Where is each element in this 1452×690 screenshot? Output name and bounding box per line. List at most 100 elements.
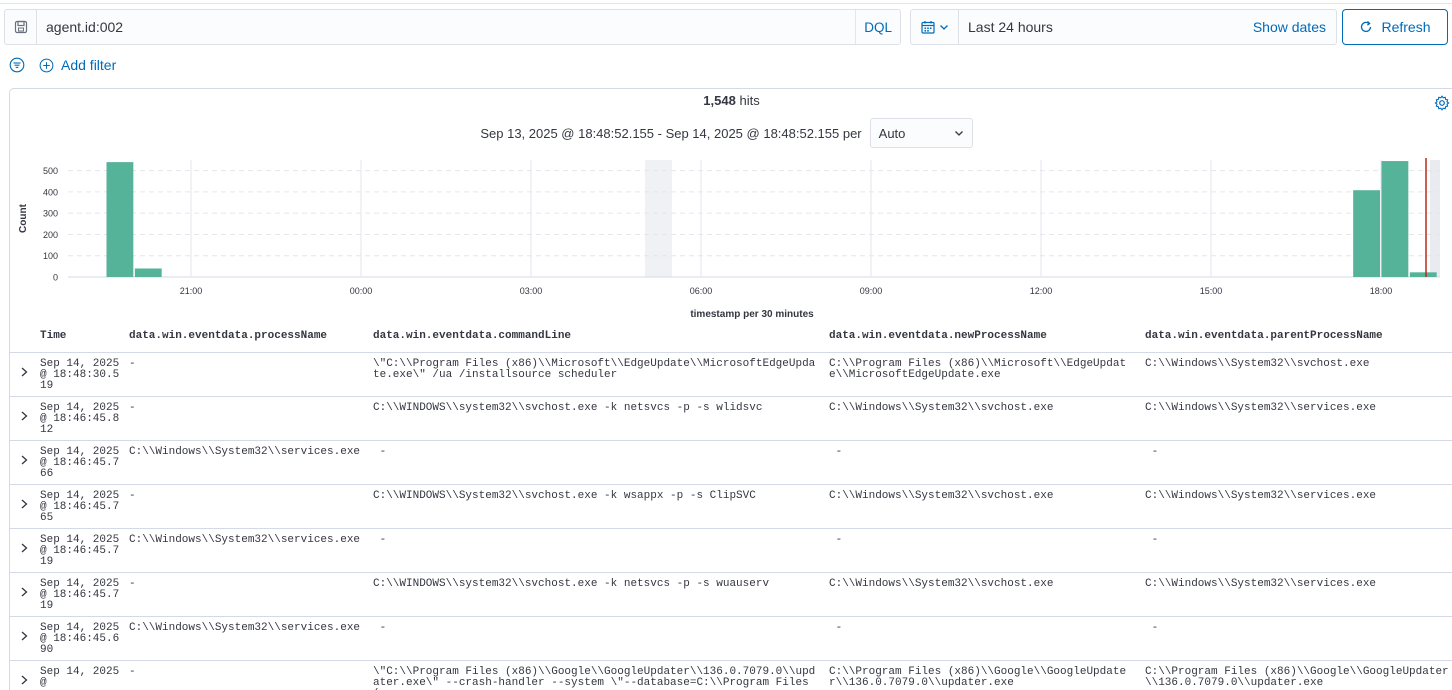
date-range-label[interactable]: Last 24 hours [959,19,1253,35]
show-dates-link[interactable]: Show dates [1253,19,1336,35]
x-axis-label: timestamp per 30 minutes [690,309,814,319]
gear-icon[interactable] [1434,95,1450,111]
cell-parent-process-name: C:\\Windows\\System32\\services.exe [1145,578,1377,590]
top-border [0,0,1452,4]
cell-parent-process-name: C:\\Windows\\System32\\services.exe [1145,490,1377,502]
cell-command-line: \"C:\\Program Files (x86)\\Microsoft\\Ed… [373,358,816,381]
expand-row-icon[interactable] [18,630,30,642]
histogram-chart[interactable]: 0 100 200 300 400 500 21:00 00:00 03:00 06:00 09:0… [10,153,1452,319]
query-language-button[interactable]: DQL [855,10,900,44]
filter-menu-icon[interactable] [9,57,25,73]
expand-row-icon[interactable] [18,542,30,554]
expand-row-icon[interactable] [18,498,30,510]
interval-select[interactable]: Auto [869,118,973,148]
col-header-time[interactable]: Time [40,330,122,342]
x-tick-label: 12:00 [1030,286,1053,296]
x-tick-label: 09:00 [860,286,883,296]
future-band [1430,160,1440,277]
col-header-new-process-name[interactable]: data.win.eventdata.newProcessName [829,330,1132,342]
y-tick-label: 0 [53,273,58,283]
hits-count: 1,548 hits [10,93,1452,108]
cell-command-line: - [373,446,387,458]
quick-menu-button[interactable] [911,10,959,44]
x-tick-label: 18:00 [1370,286,1393,296]
add-filter-button[interactable]: Add filter [39,57,116,73]
table-row[interactable]: Sep 14, 2025 @ 18:48:30.519- \"C:\\Progra… [10,353,1452,397]
hits-number: 1,548 [703,93,736,108]
y-axis-label: Count [18,203,29,233]
saved-query-icon[interactable] [5,10,37,44]
expand-row-icon[interactable] [18,674,30,686]
expand-row-icon[interactable] [18,410,30,422]
calendar-icon [920,21,935,34]
table-row[interactable]: Sep 14, 2025 @ 18:46:45.690 C:\\Windows\\… [10,617,1452,661]
y-tick-label: 200 [43,230,58,240]
cell-process-name: C:\\Windows\\System32\\services.exe [129,622,361,634]
col-header-process-name[interactable]: data.win.eventdata.processName [129,330,367,342]
y-tick-label: 100 [43,251,58,261]
interval-row: Sep 13, 2025 @ 18:48:52.155 - Sep 14, 20… [10,118,1452,148]
cell-time: Sep 14, 2025 @ 18:46:45.690 [40,622,120,656]
cell-time: Sep 14, 2025 @ 18:46:45.719 [40,534,120,568]
col-header-command-line[interactable]: data.win.eventdata.commandLine [373,330,820,342]
table-row[interactable]: Sep 14, 2025 @ 18:46:45.765- C:\\WINDOWS\… [10,485,1452,529]
table-row[interactable]: Sep 14, 2025 @ 18:46:45.766 C:\\Windows\\… [10,441,1452,485]
table-row[interactable]: Sep 14, 2025 @ - \"C:\\Program Files (x86)… [10,661,1452,690]
interval-select-value: Auto [878,125,906,141]
cell-new-process-name: C:\\Windows\\System32\\svchost.exe [829,578,1054,590]
cell-process-name: - [129,578,136,590]
documents-table: Time data.win.eventdata.processName data… [10,319,1452,690]
refresh-button[interactable]: Refresh [1342,9,1448,45]
cell-process-name: - [129,358,136,370]
cell-time: Sep 14, 2025 @ 18:46:45.719 [40,578,120,612]
expand-row-icon[interactable] [18,366,30,378]
histogram-bar [1409,272,1437,277]
table-row[interactable]: Sep 14, 2025 @ 18:46:45.719 C:\\Windows\\… [10,529,1452,573]
cell-process-name: C:\\Windows\\System32\\services.exe [129,446,361,458]
y-tick-label: 500 [43,166,58,176]
cell-new-process-name: - [829,446,843,458]
y-tick-label: 400 [43,187,58,197]
cell-parent-process-name: - [1145,622,1159,634]
cell-time: Sep 14, 2025 @ 18:48:30.519 [40,358,120,392]
expand-row-icon[interactable] [18,586,30,598]
table-body: Sep 14, 2025 @ 18:48:30.519- \"C:\\Progra… [10,353,1452,690]
histogram-bar [106,162,134,277]
query-input[interactable] [37,10,856,44]
refresh-label: Refresh [1381,19,1431,35]
table-row[interactable]: Sep 14, 2025 @ 18:46:45.812- C:\\WINDOWS\… [10,397,1452,441]
plus-circle-icon [39,58,54,72]
histogram-bar [134,268,162,277]
highlight-band [645,160,672,277]
query-bar: DQL [4,9,901,45]
date-picker: Last 24 hours Show dates [910,9,1337,45]
cell-command-line: - [373,534,387,546]
cell-process-name: - [129,490,136,502]
interval-range-text: Sep 13, 2025 @ 18:48:52.155 - Sep 14, 20… [480,125,862,141]
expand-row-icon[interactable] [18,454,30,466]
table-row[interactable]: Sep 14, 2025 @ 18:46:45.719- C:\\WINDOWS\… [10,573,1452,617]
cell-parent-process-name: C:\\Program Files (x86)\\Google\\GoogleU… [1145,666,1449,689]
x-tick-label: 03:00 [520,286,543,296]
cell-time: Sep 14, 2025 @ [40,666,120,689]
cell-parent-process-name: C:\\Windows\\System32\\svchost.exe [1145,358,1370,370]
y-tick-label: 300 [43,209,58,219]
add-filter-label: Add filter [61,57,117,73]
discover-panel: 1,548 hits Sep 13, 2025 @ 18:48:52.155 -… [9,88,1452,690]
x-tick-label: 00:00 [350,286,373,296]
filter-row: Add filter [9,55,116,75]
cell-new-process-name: C:\\Program Files (x86)\\Microsoft\\Edge… [829,358,1127,381]
cell-process-name: - [129,402,136,414]
cell-parent-process-name: C:\\Windows\\System32\\services.exe [1145,402,1377,414]
cell-new-process-name: C:\\Windows\\System32\\svchost.exe [829,402,1054,414]
cell-time: Sep 14, 2025 @ 18:46:45.766 [40,446,120,480]
cell-parent-process-name: - [1145,446,1159,458]
x-tick-label: 21:00 [180,286,203,296]
cell-new-process-name: - [829,622,843,634]
histogram-bar [1353,190,1380,277]
refresh-icon [1361,21,1372,33]
x-tick-label: 15:00 [1200,286,1223,296]
cell-command-line: C:\\WINDOWS\\System32\\svchost.exe -k ws… [373,490,756,502]
cell-new-process-name: C:\\Program Files (x86)\\Google\\GoogleU… [829,666,1127,689]
col-header-parent-process-name[interactable]: data.win.eventdata.parentProcessName [1145,330,1450,342]
